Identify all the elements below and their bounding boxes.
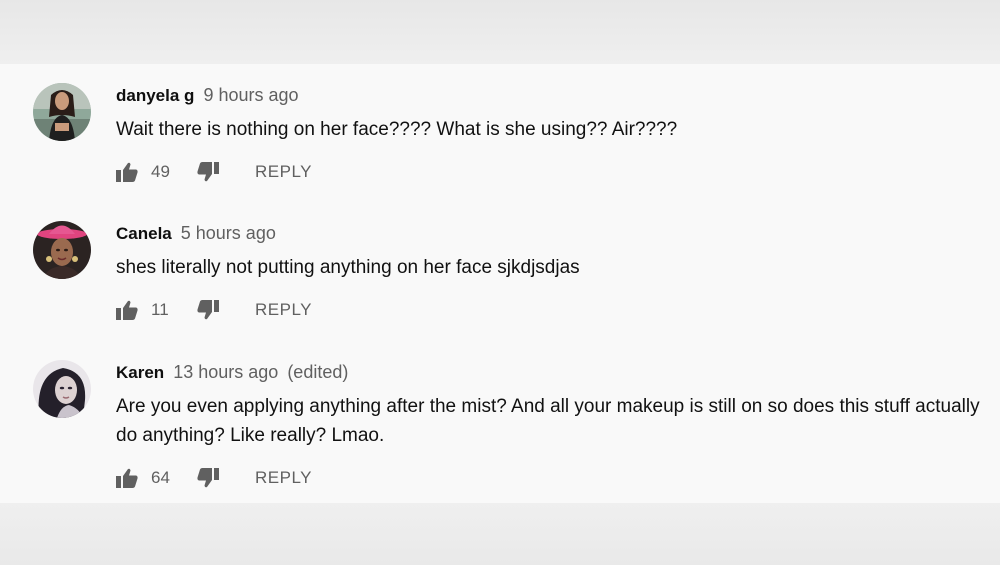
comment-timestamp[interactable]: 5 hours ago xyxy=(181,223,276,243)
reply-button[interactable]: REPLY xyxy=(255,160,312,184)
comment-header: danyela g 9 hours ago xyxy=(116,83,986,107)
comment-timestamp[interactable]: 9 hours ago xyxy=(203,85,298,105)
like-count: 64 xyxy=(151,468,170,487)
comment-header: Karen 13 hours ago (edited) xyxy=(116,360,986,384)
avatar[interactable] xyxy=(33,221,91,279)
comment-text: Are you even applying anything after the… xyxy=(116,396,980,446)
top-background-band xyxy=(0,0,1000,64)
like-count: 49 xyxy=(151,162,170,181)
author-name[interactable]: Karen xyxy=(116,363,164,382)
thumb-up-icon[interactable] xyxy=(116,300,138,320)
like-count: 11 xyxy=(151,300,169,319)
reply-button[interactable]: REPLY xyxy=(255,466,312,490)
thumb-down-icon[interactable] xyxy=(197,162,219,182)
comment-timestamp[interactable]: 13 hours ago xyxy=(173,362,278,382)
comment-text: shes literally not putting anything on h… xyxy=(116,257,580,278)
reply-button[interactable]: REPLY xyxy=(255,298,312,322)
comment-header: Canela 5 hours ago xyxy=(116,221,986,245)
avatar[interactable] xyxy=(33,83,91,141)
edited-label: (edited) xyxy=(287,362,349,382)
author-name[interactable]: danyela g xyxy=(116,86,194,105)
bottom-background-band xyxy=(0,503,1000,565)
comments-section: danyela g 9 hours ago Wait there is noth… xyxy=(0,64,1000,503)
comment-actions: 49 REPLY xyxy=(116,160,986,184)
avatar[interactable] xyxy=(33,360,91,418)
thumb-down-icon[interactable] xyxy=(197,468,219,488)
thumb-up-icon[interactable] xyxy=(116,162,138,182)
comment-text: Wait there is nothing on her face???? Wh… xyxy=(116,119,678,140)
thumb-down-icon[interactable] xyxy=(197,300,219,320)
comment-actions: 11 REPLY xyxy=(116,298,986,322)
comment-actions: 64 REPLY xyxy=(116,466,986,490)
thumb-up-icon[interactable] xyxy=(116,468,138,488)
author-name[interactable]: Canela xyxy=(116,224,172,243)
